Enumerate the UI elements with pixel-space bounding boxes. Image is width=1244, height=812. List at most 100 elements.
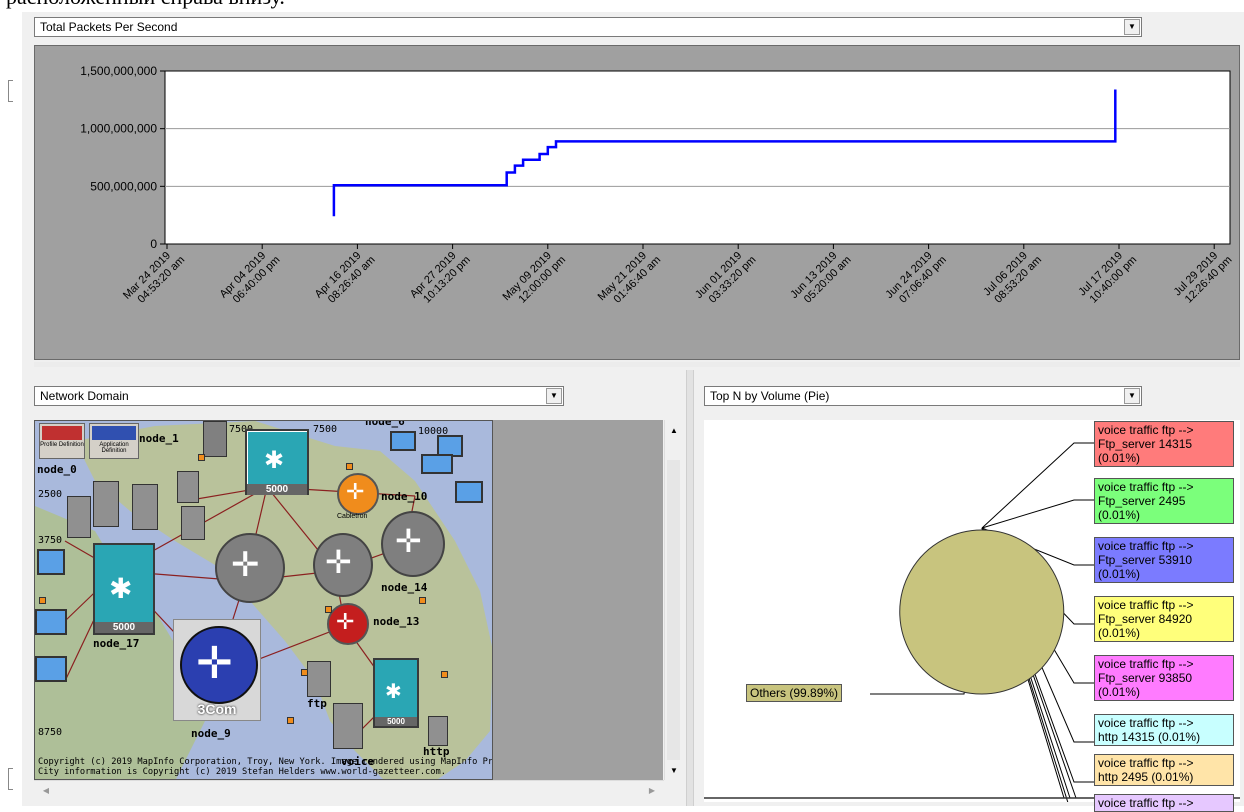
server-ftp[interactable]: [307, 661, 331, 697]
x-tick-label: Jun 24 201907:06:40 pm: [883, 250, 948, 306]
router-node[interactable]: ✛: [215, 533, 285, 603]
pie-leader-line: [981, 499, 1094, 529]
pie-slice-label: voice traffic ftp --> Ftp_server 14315 (0.…: [1094, 421, 1234, 467]
switch-node-17[interactable]: ✱ 5000: [93, 543, 155, 635]
horizontal-splitter[interactable]: [34, 362, 1240, 367]
workstation-node[interactable]: [390, 431, 416, 451]
scroll-down-arrow-icon[interactable]: ▼: [666, 762, 682, 778]
router-node-13[interactable]: ✛: [327, 603, 369, 645]
switch-badge: 5000: [375, 717, 417, 726]
server-node[interactable]: [177, 471, 199, 503]
pie-slice-label-line: http 14315 (0.01%): [1098, 730, 1201, 744]
router-icon: ✛: [336, 609, 355, 634]
3com-router-icon: ✛: [180, 626, 258, 704]
server-node[interactable]: [203, 421, 227, 457]
pie-chart-panel: voice traffic ftp --> Ftp_server 14315 (0.…: [704, 420, 1240, 812]
switch-node[interactable]: ✱ 5000: [245, 429, 309, 495]
router-node-9[interactable]: ✛ 3Com: [173, 619, 261, 721]
switch-badge: 5000: [247, 484, 307, 495]
pie-slice-label-line: Ftp_server 2495: [1098, 494, 1186, 508]
pie-type-dropdown-value: Top N by Volume (Pie): [710, 389, 830, 403]
pie-slice-label-line: voice traffic ftp -->: [1098, 480, 1194, 494]
cabletron-label: Cabletron: [337, 513, 368, 520]
chevron-down-icon[interactable]: ▼: [1124, 19, 1140, 35]
server-node[interactable]: [181, 506, 205, 540]
pie-slice-others: [899, 529, 1065, 695]
map-coordinate: 2500: [38, 489, 63, 500]
scroll-left-arrow-icon[interactable]: ◀: [38, 782, 54, 798]
top-caption-strip: расположенный справа внизу.: [0, 0, 1244, 12]
chevron-down-icon[interactable]: ▼: [1124, 388, 1140, 404]
pie-slice-label-line: (0.01%): [1098, 685, 1141, 699]
marker: [301, 669, 308, 676]
pie-slice-label: voice traffic ftp --> Ftp_server 93850 (0.…: [1094, 655, 1234, 701]
x-tick-label: Jun 13 201905:20:00 am: [788, 250, 853, 306]
scroll-thumb[interactable]: [667, 460, 680, 760]
server-node[interactable]: [132, 484, 158, 530]
node-label: node_10: [381, 490, 428, 503]
network-map[interactable]: Profile Definition Application Definitio…: [34, 420, 493, 780]
x-tick-label: May 21 201901:46:40 am: [596, 250, 664, 306]
y-axis-ticks: 1,500,000,000 1,000,000,000 500,000,000 0: [80, 64, 165, 251]
pie-slice-label: voice traffic ftp --> Ftp_server 2495 (0.0…: [1094, 478, 1234, 524]
pie-slice-label: voice traffic ftp --> Ftp_server 84920 (0.…: [1094, 596, 1234, 642]
pie-slice-label-line: voice traffic ftp -->: [1098, 657, 1194, 671]
3com-badge: 3Com: [197, 701, 237, 717]
pie-slice-label-line: (0.01%): [1098, 508, 1141, 522]
map-vertical-scrollbar[interactable]: ▲ ▼: [664, 420, 683, 780]
profile-definition-icon: [42, 426, 82, 440]
network-domain-dropdown[interactable]: Network Domain ▼: [34, 386, 564, 406]
marker: [39, 597, 46, 604]
workstation-node[interactable]: [35, 656, 67, 682]
pie-slice-label-line: Ftp_server 53910: [1098, 553, 1193, 567]
workstation-node[interactable]: [37, 549, 65, 575]
workstation-node[interactable]: [35, 609, 67, 635]
x-tick-label: May 09 201912:00:00 pm: [500, 250, 568, 306]
map-coordinate: 3750: [38, 535, 63, 546]
node-label: node_13: [373, 615, 420, 628]
chevron-down-icon[interactable]: ▼: [546, 388, 562, 404]
x-tick-label: Jul 06 201908:53:20 am: [981, 250, 1044, 306]
marker: [198, 454, 205, 461]
pie-type-dropdown[interactable]: Top N by Volume (Pie) ▼: [704, 386, 1142, 406]
node-label: node_1: [139, 432, 179, 445]
pie-slice-label-line: voice traffic ftp -->: [1098, 423, 1194, 437]
router-icon: ✛: [395, 523, 422, 559]
pie-slice-label: voice traffic ftp --> http 14315 (0.01%): [1094, 714, 1234, 746]
vertical-splitter[interactable]: [686, 370, 694, 806]
profile-definition-object[interactable]: Profile Definition: [39, 423, 85, 459]
map-horizontal-scrollbar[interactable]: ◀ ▶: [34, 780, 664, 799]
pie-slice-label-line: voice traffic ftp -->: [1098, 756, 1194, 770]
server-node[interactable]: [93, 481, 119, 527]
workstation-node[interactable]: [421, 454, 453, 474]
switch-badge: 5000: [95, 622, 153, 633]
application-definition-object[interactable]: Application Definition: [89, 423, 139, 459]
workstation-node[interactable]: [455, 481, 483, 503]
node-label: node_6: [365, 420, 405, 428]
x-tick-label: Jun 01 201903:33:20 pm: [693, 250, 758, 306]
marker: [287, 717, 294, 724]
scroll-right-arrow-icon[interactable]: ▶: [644, 782, 660, 798]
switch-node[interactable]: ✱ 5000: [373, 658, 419, 728]
x-tick-label: Mar 24 201904:53:20 am: [121, 250, 187, 306]
map-coordinate: 8750: [38, 727, 63, 738]
chart-type-dropdown[interactable]: Total Packets Per Second ▼: [34, 17, 1142, 37]
line-chart: 1,500,000,000 1,000,000,000 500,000,000 0 M…: [80, 64, 1234, 306]
node-label: ftp: [307, 697, 327, 710]
switch-icon: ✱: [264, 447, 285, 474]
pie-slice-label-line: voice traffic ftp -->: [1098, 796, 1194, 810]
pie-slice-label-line: (0.01%): [1098, 451, 1141, 465]
switch-icon: ✱: [385, 681, 402, 703]
router-node-14[interactable]: ✛: [381, 511, 445, 577]
router-icon: ✛: [346, 479, 365, 504]
router-node[interactable]: ✛: [313, 533, 373, 597]
x-tick-label: Apr 27 201910:13:20 pm: [408, 250, 473, 306]
server-node[interactable]: [67, 496, 91, 538]
line-chart-panel: 1,500,000,000 1,000,000,000 500,000,000 0 M…: [34, 45, 1240, 360]
pie-slice-label: voice traffic ftp --> http 2495 (0.01%): [1094, 754, 1234, 786]
server-voice[interactable]: [333, 703, 363, 749]
x-axis-ticks: Mar 24 201904:53:20 am Apr 04 201906:40:0…: [121, 244, 1234, 306]
scroll-up-arrow-icon[interactable]: ▲: [666, 422, 682, 438]
server-http[interactable]: [428, 716, 448, 746]
router-node-10[interactable]: ✛: [337, 473, 379, 515]
